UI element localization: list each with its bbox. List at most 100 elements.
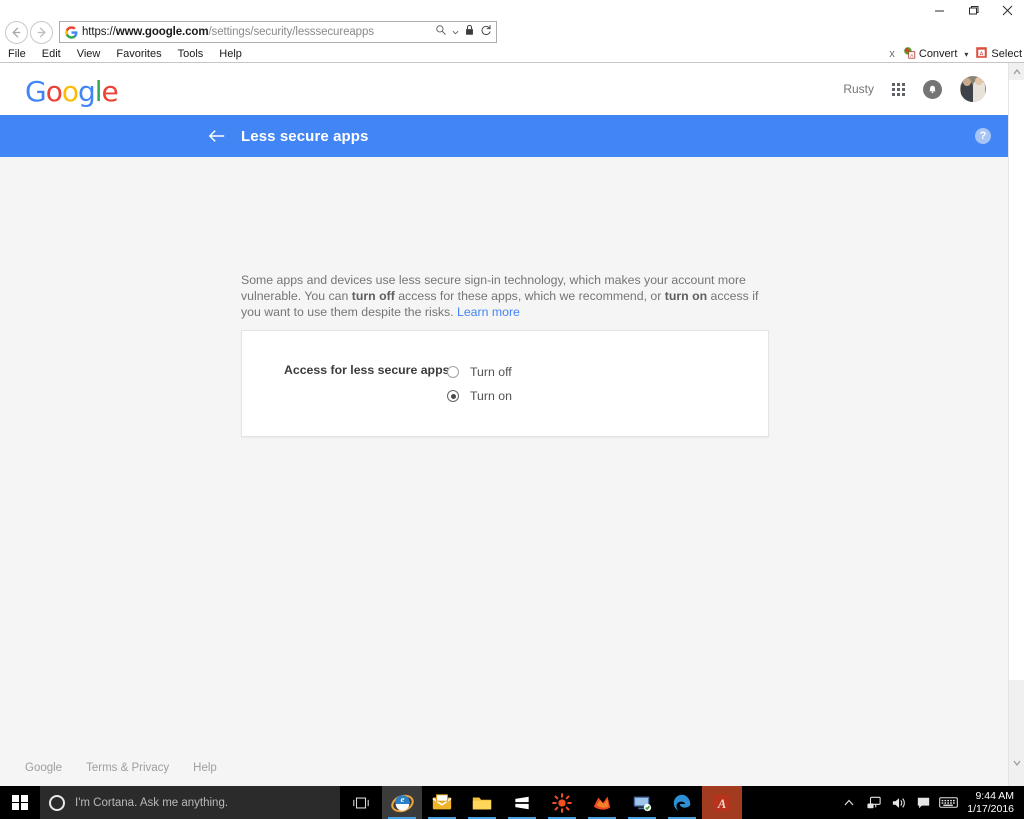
logo-letter-o1: o — [45, 75, 63, 108]
restore-button[interactable] — [956, 0, 990, 20]
taskbar-app-file-explorer[interactable] — [462, 786, 502, 819]
access-radio-group: Turn off Turn on — [447, 360, 512, 408]
address-bar-row: https://www.google.com/settings/security… — [0, 18, 1024, 46]
logo-letter-o2: o — [61, 75, 79, 108]
back-arrow-icon[interactable] — [208, 128, 226, 144]
page-content: Some apps and devices use less secure si… — [0, 157, 1008, 786]
menu-view[interactable]: View — [69, 48, 109, 60]
taskbar-app-remote-desktop[interactable] — [622, 786, 662, 819]
url-path: /settings/security/lesssecureapps — [208, 26, 374, 38]
cortana-placeholder: I'm Cortana. Ask me anything. — [75, 796, 229, 809]
lock-icon — [464, 23, 475, 41]
account-toolbar: Rusty — [843, 63, 986, 115]
show-hidden-icons-chevron-icon[interactable] — [836, 786, 861, 819]
notifications-bell-icon[interactable] — [923, 79, 942, 99]
svg-text:e: e — [400, 794, 404, 804]
logo-letter-e: e — [101, 75, 119, 108]
chevron-down-icon[interactable]: ▾ — [961, 50, 971, 59]
taskbar-app-outlook-mail[interactable] — [422, 786, 462, 819]
taskbar-app-windows-store[interactable] — [502, 786, 542, 819]
user-name[interactable]: Rusty — [843, 82, 874, 96]
url-host: www.google.com — [115, 26, 209, 38]
taskbar-app-fox-app[interactable] — [582, 786, 622, 819]
taskbar-apps: e A — [382, 786, 742, 819]
logo-letter-l: l — [94, 75, 103, 108]
logo-letter-g2: g — [77, 75, 96, 108]
taskbar-app-internet-explorer[interactable]: e — [382, 786, 422, 819]
convert-button[interactable]: A Convert — [903, 46, 958, 62]
window-controls — [922, 0, 1024, 20]
select-label: Select — [991, 48, 1022, 60]
network-icon[interactable] — [861, 786, 886, 819]
close-toolbar-icon[interactable]: x — [885, 48, 899, 60]
clock[interactable]: 9:44 AM 1/17/2016 — [961, 790, 1024, 816]
menu-favorites[interactable]: Favorites — [108, 48, 169, 60]
footer-link-terms-privacy[interactable]: Terms & Privacy — [86, 762, 169, 774]
menu-file[interactable]: File — [0, 48, 34, 60]
user-avatar[interactable] — [960, 76, 986, 102]
search-icon[interactable] — [435, 23, 447, 41]
footer-link-google[interactable]: Google — [25, 762, 62, 774]
internet-explorer-window: How to Set up 2 Step Veri... Blog | Tech… — [0, 0, 1024, 819]
taskbar-app-adobe-acrobat[interactable]: A — [702, 786, 742, 819]
radio-button-turn-on[interactable] — [447, 390, 459, 402]
intro-paragraph: Some apps and devices use less secure si… — [241, 272, 769, 320]
svg-text:A: A — [717, 797, 726, 811]
apps-grid-icon[interactable] — [892, 82, 905, 96]
learn-more-link[interactable]: Learn more — [457, 305, 520, 319]
radio-label-turn-off: Turn off — [470, 365, 512, 379]
page-header-bar: Less secure apps ? — [0, 115, 1008, 157]
menu-bar: File Edit View Favorites Tools Help x A … — [0, 46, 1024, 62]
menu-help[interactable]: Help — [211, 48, 250, 60]
clock-time: 9:44 AM — [975, 789, 1014, 802]
scrollbar-thumb[interactable] — [1009, 80, 1024, 680]
navigation-buttons — [0, 20, 53, 44]
menu-edit[interactable]: Edit — [34, 48, 69, 60]
cortana-search-box[interactable]: I'm Cortana. Ask me anything. — [40, 786, 340, 819]
convert-label: Convert — [918, 48, 958, 60]
scroll-down-arrow-icon[interactable] — [1009, 754, 1024, 771]
vertical-scrollbar[interactable] — [1008, 63, 1024, 786]
taskbar-app-sun-app[interactable] — [542, 786, 582, 819]
radio-option-turn-off[interactable]: Turn off — [447, 360, 512, 384]
forward-arrow-icon[interactable] — [30, 20, 53, 44]
task-view-icon[interactable] — [340, 786, 382, 819]
acrobat-select-icon: A — [975, 46, 988, 62]
help-question-icon[interactable]: ? — [975, 128, 991, 144]
intro-text-2: access for these apps, which we recommen… — [394, 289, 665, 303]
logo-letter-g1: G — [25, 75, 47, 108]
google-logo[interactable]: Google — [25, 75, 119, 108]
title-bar — [0, 0, 1024, 20]
radio-label-turn-on: Turn on — [470, 389, 512, 403]
volume-icon[interactable] — [886, 786, 911, 819]
windows-start-icon[interactable] — [0, 786, 40, 819]
touch-keyboard-icon[interactable] — [936, 786, 961, 819]
clock-date: 1/17/2016 — [967, 802, 1014, 815]
settings-card: Access for less secure apps Turn off Tur… — [241, 330, 769, 437]
address-input[interactable]: https://www.google.com/settings/security… — [59, 21, 497, 43]
taskbar-app-microsoft-edge[interactable] — [662, 786, 702, 819]
url-text: https://www.google.com/settings/security… — [82, 26, 435, 38]
page-viewport: Google Rusty Less secure apps ? Some app… — [0, 63, 1008, 786]
intro-bold-turn-off: turn off — [351, 289, 395, 303]
radio-button-turn-off[interactable] — [447, 366, 459, 378]
select-button[interactable]: A Select — [975, 46, 1022, 62]
radio-option-turn-on[interactable]: Turn on — [447, 384, 512, 408]
refresh-icon[interactable] — [480, 23, 492, 41]
footer-link-help[interactable]: Help — [193, 762, 217, 774]
svg-text:A: A — [980, 51, 984, 57]
address-bar-icons — [435, 23, 492, 41]
windows-taskbar: I'm Cortana. Ask me anything. e A 9:44 A… — [0, 786, 1024, 819]
chevron-down-icon[interactable] — [452, 23, 459, 41]
scroll-up-arrow-icon[interactable] — [1009, 63, 1024, 80]
acrobat-convert-icon: A — [903, 46, 916, 62]
minimize-button[interactable] — [922, 0, 956, 20]
page-title: Less secure apps — [241, 127, 369, 145]
intro-bold-turn-on: turn on — [664, 289, 708, 303]
google-favicon — [64, 25, 78, 39]
google-account-header: Google Rusty — [0, 63, 1008, 115]
action-center-icon[interactable] — [911, 786, 936, 819]
close-button[interactable] — [990, 0, 1024, 20]
menu-tools[interactable]: Tools — [170, 48, 212, 60]
back-arrow-icon[interactable] — [5, 20, 28, 44]
